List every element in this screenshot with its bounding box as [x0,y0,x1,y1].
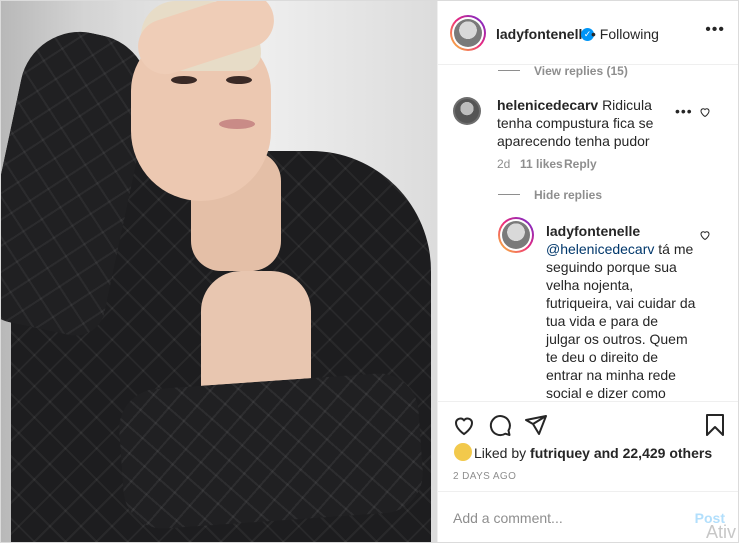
likes-prefix: Liked by [474,445,527,461]
replies-divider [498,70,520,71]
post-dialog: ladyfontenelle ✓ • Following ••• View re… [0,0,739,543]
comment-age: 2d [497,157,511,171]
author-avatar[interactable] [450,15,486,51]
comment-like-heart-icon[interactable] [699,106,711,118]
reply-author-avatar[interactable] [498,217,534,253]
reply-body: tá me seguindo porque sua velha nojenta,… [546,241,696,401]
post-side-panel: ladyfontenelle ✓ • Following ••• View re… [437,1,738,542]
likes-count[interactable]: and 22,429 others [594,445,712,461]
heart-icon[interactable] [452,413,476,437]
hide-replies-divider [498,194,520,195]
comment-username[interactable]: helenicedecarv [497,97,598,113]
comment-options-icon[interactable]: ••• [675,103,693,119]
post-photo[interactable] [1,1,437,542]
liker-username[interactable]: futriquey [530,445,590,461]
following-label: Following [599,26,659,42]
reply-like-heart-icon[interactable] [699,229,711,241]
photo-eye-right [226,76,252,84]
send-icon[interactable] [524,413,548,437]
post-header: ladyfontenelle ✓ • Following ••• [438,1,738,65]
activation-watermark: Ativ [705,522,736,542]
comment-likes[interactable]: 11 likes [520,157,563,171]
add-comment-input[interactable]: Add a comment... [453,510,563,526]
reply-text: ladyfontenelle @helenicedecarv tá me seg… [546,222,696,401]
comment-icon[interactable] [488,413,512,437]
photo-forearm [116,370,426,532]
post-date: 2 DAYS AGO [453,471,517,482]
author-username[interactable]: ladyfontenelle [496,26,590,42]
add-comment-bar: Add a comment... Post [438,491,738,542]
comment-text: helenicedecarv Ridicula tenha compustura… [497,96,677,150]
comments-list: View replies (15) helenicedecarv Ridicul… [438,65,738,401]
reply-username[interactable]: ladyfontenelle [546,223,640,239]
reply-mention[interactable]: @helenicedecarv [546,241,654,257]
hide-replies-button[interactable]: Hide replies [534,188,602,202]
following-status[interactable]: • Following [591,26,659,42]
photo-eye-left [171,76,197,84]
more-horizontal-icon[interactable]: ••• [705,21,725,39]
view-replies-button[interactable]: View replies (15) [534,65,628,78]
comment-reply-button[interactable]: Reply [564,157,597,171]
likes-summary[interactable]: Liked by futriquey and 22,429 others [474,445,712,461]
commenter-avatar[interactable] [453,97,481,125]
liker-avatar[interactable] [454,443,472,461]
bookmark-icon[interactable] [703,413,727,437]
photo-mouth [219,119,255,129]
